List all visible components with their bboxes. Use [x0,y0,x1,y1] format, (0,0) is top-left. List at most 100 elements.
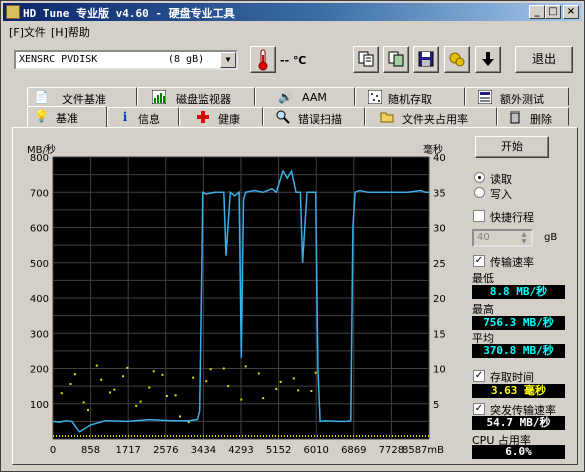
tab-file-benchmark[interactable]: 📄 文件基准 [27,87,137,106]
access-time-point [314,371,317,374]
max-value: 756.3 MB/秒 [472,316,565,330]
access-time-point [87,409,90,412]
y-tick-label: 300 [30,329,49,340]
access-time-point [244,365,247,368]
tab-info[interactable]: i 信息 [107,107,179,126]
access-time-point [139,400,142,403]
benchmark-icon: 💡 [34,109,49,123]
download-button[interactable] [475,46,501,73]
spin-down-icon[interactable]: ▼ [517,238,531,245]
access-time-point [178,415,181,418]
menu-bar: [F]文件 [H]帮助 [3,22,582,40]
menu-help[interactable]: [H]帮助 [51,24,90,40]
x-tick-label: 2576 [153,445,178,456]
menu-file[interactable]: [F]文件 [9,24,46,40]
x-tick-label: 6010 [303,445,328,456]
copy-screenshot-button[interactable] [383,46,409,73]
access-time-point [122,375,125,378]
temperature-readout: -- ℃ [280,54,307,67]
y2-tick-label: 30 [433,224,446,235]
x-tick-label: 5152 [266,445,291,456]
tab-error-scan[interactable]: 错误扫描 [263,107,365,126]
transfer-rate-checkbox[interactable]: ✓ [473,255,485,267]
x-tick-label: 4293 [228,445,253,456]
health-icon [196,110,210,124]
access-time-point [60,392,63,395]
chevron-down-icon[interactable]: ▼ [220,52,236,68]
minimize-button[interactable]: _ [529,5,545,19]
window-title: HD Tune 专业版 v4.60 - 硬盘专业工具 [23,7,235,20]
tab-extra-tests[interactable]: 额外测试 [465,87,569,106]
app-icon [6,5,20,19]
speaker-icon: 🔊 [278,90,293,104]
write-radio[interactable] [474,187,485,198]
tab-benchmark[interactable]: 💡 基准 [27,106,107,127]
options-icon [449,52,465,67]
access-time-point [279,380,282,383]
tab-aam[interactable]: 🔊 AAM [255,87,355,106]
x-tick-label: 7728 [379,445,404,456]
copy-screenshot-icon [388,51,404,67]
y-tick-label: 500 [30,259,49,270]
y-tick-label: 700 [30,188,49,199]
disk-monitor-icon [151,89,167,105]
access-time-point [108,391,111,394]
maximize-button[interactable]: □ [545,5,561,19]
drive-select[interactable]: XENSRC PVDISK (8 gB) ▼ [14,50,238,70]
title-bar[interactable]: HD Tune 专业版 v4.60 - 硬盘专业工具 _ □ × [3,3,582,21]
temperature-button[interactable] [250,46,276,73]
exit-button[interactable]: 退出 [515,46,573,73]
tab-folder-usage[interactable]: 文件夹占用率 [365,107,497,126]
burst-rate-value: 54.7 MB/秒 [472,416,565,430]
access-time-point [113,388,116,391]
x-tick-label: 3434 [191,445,216,456]
write-label: 写入 [490,188,512,201]
extra-tests-icon [477,89,493,105]
y2-tick-label: 20 [433,294,446,305]
close-button[interactable]: × [563,5,579,19]
short-stroke-spinner[interactable]: 40 ▲ ▼ [472,229,533,247]
app-window: HD Tune 专业版 v4.60 - 硬盘专业工具 _ □ × [F]文件 [… [0,0,585,472]
x-tick-label: 0 [50,445,56,456]
y2-tick-label: 40 [433,153,446,164]
spin-up-icon[interactable]: ▲ [517,231,531,238]
transfer-rate-label: 传输速率 [490,256,534,269]
tab-health[interactable]: 健康 [179,107,263,126]
x-tick-label: 1717 [115,445,140,456]
cpu-value: 6.0% [472,445,565,459]
tab-random-access[interactable]: 随机存取 [355,87,465,106]
start-button[interactable]: 开始 [475,136,549,158]
y-tick-label: 400 [30,294,49,305]
access-time-point [174,394,177,397]
drive-name: XENSRC PVDISK [19,54,98,65]
x-tick-label: 6869 [341,445,366,456]
short-stroke-value: 40 [477,232,490,243]
tab-erase[interactable]: 删除 [497,107,569,126]
access-time-label: 存取时间 [490,371,534,384]
y2-tick-label: 10 [433,365,446,376]
access-time-value: 3.63 毫秒 [472,384,565,398]
save-button[interactable] [413,46,439,73]
read-radio[interactable] [474,172,485,183]
y2-tick-label: 5 [433,400,439,411]
min-label: 最低 [472,272,494,285]
access-time-point [135,404,138,407]
access-time-point [297,389,300,392]
access-time-point [148,386,151,389]
access-time-point [152,370,155,373]
burst-rate-checkbox[interactable]: ✓ [473,403,485,415]
access-time-point [310,390,313,393]
short-stroke-label: 快捷行程 [490,211,534,224]
copy-text-button[interactable] [353,46,379,73]
short-stroke-checkbox[interactable] [473,210,485,222]
options-button[interactable] [444,46,470,73]
random-access-icon [367,89,383,105]
access-time-checkbox[interactable]: ✓ [473,370,485,382]
copy-text-icon [358,51,374,67]
short-stroke-unit: gB [544,232,558,243]
read-label: 读取 [490,173,512,186]
tab-disk-monitor[interactable]: 磁盘监视器 [137,87,255,106]
folder-usage-icon [380,110,394,124]
y-tick-label: 200 [30,365,49,376]
y-tick-label: 600 [30,224,49,235]
